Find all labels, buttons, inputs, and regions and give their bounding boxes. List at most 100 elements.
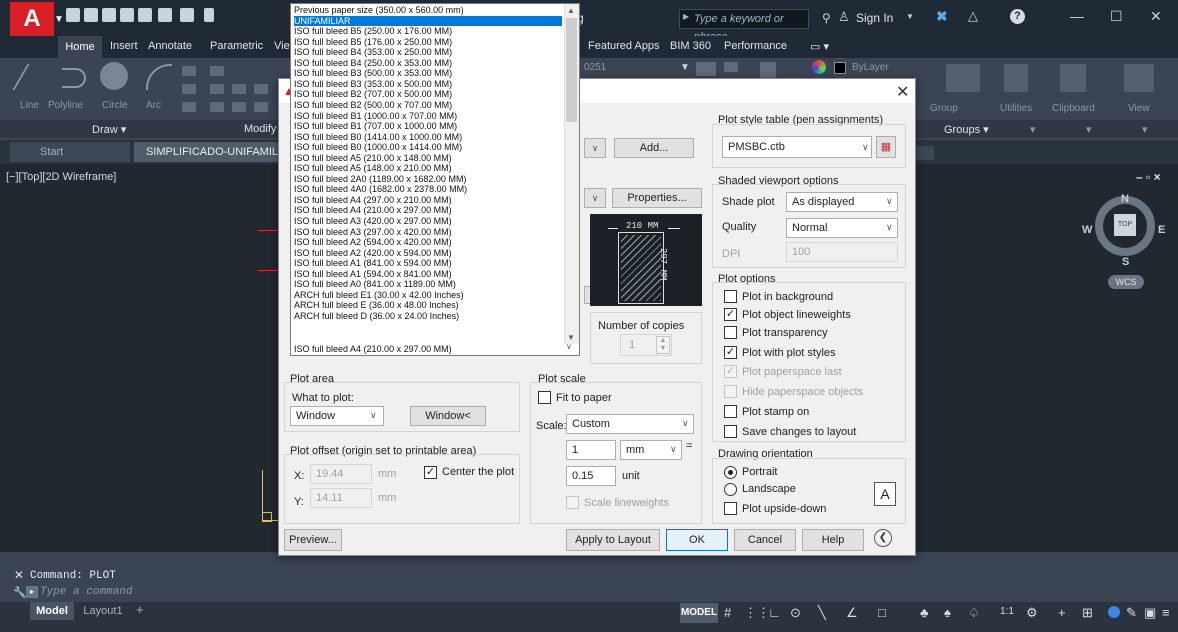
add-layout-button[interactable]: + [136,602,144,617]
scroll-down-icon[interactable]: ▼ [567,333,575,342]
panel-draw[interactable]: Draw ▾ [92,123,126,136]
listbox-scroll-thumb[interactable] [566,18,577,122]
tab-layout1[interactable]: Layout1 [76,602,130,620]
modify-tool-icon[interactable] [210,66,224,76]
tab-start[interactable]: Start [10,142,130,162]
minimize-button[interactable]: — [1070,8,1084,24]
collapse-options-icon[interactable]: ❮ [874,529,892,547]
landscape-radio[interactable] [724,483,737,496]
annotation-visibility-icon[interactable]: ♣ [920,605,929,620]
gear-icon[interactable]: ⚙ [1026,605,1038,621]
tab-featured-apps[interactable]: Featured Apps [588,40,660,52]
plotter-name-combo-caret[interactable]: ∨ [584,188,606,208]
sign-in-caret-icon[interactable]: ▼ [906,12,914,21]
paper-size-option[interactable]: ISO full bleed B3 (353.00 x 500.00 MM) [294,79,562,90]
model-space-button[interactable]: MODEL [680,603,718,623]
redo-icon[interactable] [180,8,194,22]
viewport-label[interactable]: [−][Top][2D Wireframe] [6,171,116,183]
customize-quick-access-icon[interactable] [204,8,214,22]
paper-size-option[interactable]: ISO full bleed A1 (841.00 x 594.00 MM) [294,258,562,269]
modify-tool-icon[interactable] [210,102,224,112]
clipboard-icon[interactable] [1060,64,1086,92]
paper-size-option[interactable]: ISO full bleed A2 (594.00 x 420.00 MM) [294,237,562,248]
plot-paperspace-last-checkbox[interactable]: ✓ [724,365,737,378]
plot-transparency-checkbox[interactable] [724,326,737,339]
circle-tool-icon[interactable] [100,62,128,90]
ribbon-options-icon[interactable]: ▭ ▾ [810,40,829,53]
paper-size-option[interactable]: ISO full bleed B1 (707.00 x 1000.00 MM) [294,121,562,132]
a360-icon[interactable]: △ [968,8,978,24]
polar-icon[interactable]: ⊙ [790,605,801,621]
compass-south[interactable]: S [1122,256,1129,268]
modify-tool-icon[interactable] [232,102,246,112]
scale-select[interactable]: Custom [566,414,694,434]
printer-combo-caret[interactable]: ∨ [584,138,606,158]
modify-tool-icon[interactable] [210,84,224,94]
utilities-icon[interactable] [1004,64,1028,92]
grid-icon[interactable]: # [724,605,731,620]
compass-west[interactable]: W [1082,224,1092,236]
preview-button[interactable]: Preview... [284,529,342,551]
ok-button[interactable]: OK [666,529,728,551]
save-changes-to-layout-checkbox[interactable] [724,425,737,438]
units-icon[interactable]: ⊞ [1082,605,1093,621]
quick-properties-icon[interactable] [1108,606,1120,618]
paper-size-option[interactable]: ISO full bleed A1 (594.00 x 841.00 MM) [294,269,562,280]
command-input[interactable]: Type a command [40,586,1170,600]
user-icon[interactable]: ♙ [838,9,850,25]
modify-tool-icon[interactable] [254,102,268,112]
block-icon[interactable] [760,62,776,78]
paper-size-option[interactable]: ISO full bleed A5 (210.00 x 148.00 MM) [294,153,562,164]
plot-icon[interactable] [138,8,152,22]
paper-size-option[interactable]: ISO full bleed B2 (707.00 x 500.00 MM) [294,89,562,100]
annotation-scale-icon[interactable]: ♠ [944,605,951,620]
offset-y-input[interactable]: 14.11 [310,488,372,508]
viewport-window-controls[interactable]: – ▫ × [1136,170,1161,184]
paper-size-option[interactable]: ISO full bleed A3 (297.00 x 420.00 MM) [294,227,562,238]
add-plotter-button[interactable]: Add... [614,138,694,158]
help-button[interactable]: Help [802,529,864,551]
ortho-icon[interactable]: ∟ [768,605,781,620]
dialog-close-button[interactable]: ✕ [896,82,909,102]
chevron-down-icon[interactable]: ∨ [670,444,677,455]
chevron-down-icon[interactable]: ∨ [370,410,377,421]
paper-size-option[interactable]: ISO full bleed A4 (210.00 x 297.00 MM) [294,205,562,216]
tab-insert[interactable]: Insert [110,40,138,52]
scale-drawing-units-input[interactable]: 0.15 [566,466,616,486]
plot-with-plot-styles-checkbox[interactable]: ✓ [724,346,737,359]
paper-size-option[interactable]: ISO full bleed B0 (1414.00 x 1000.00 MM) [294,132,562,143]
scroll-up-icon[interactable]: ▲ [567,6,575,15]
open-file-icon[interactable] [84,8,98,22]
paper-size-select[interactable]: ISO full bleed A4 (210.00 x 297.00 MM) [290,344,580,356]
close-window-button[interactable]: ✕ [1150,8,1162,25]
isolate-objects-icon[interactable]: ✎ [1126,605,1137,621]
compass-east[interactable]: E [1158,224,1165,236]
hide-paperspace-objects-checkbox[interactable] [724,385,737,398]
snap-icon[interactable]: ⋮⋮ [744,605,770,621]
paper-size-option[interactable]: ISO full bleed B5 (250.00 x 176.00 MM) [294,26,562,37]
customization-menu-icon[interactable]: ≡ [1162,605,1170,620]
modify-tool-icon[interactable] [232,84,246,94]
compass-north[interactable]: N [1121,193,1129,205]
prompt-icon[interactable]: ▸ [26,586,38,598]
binoculars-icon[interactable]: ⚲ [822,11,831,25]
sign-in-button[interactable]: Sign In [856,11,893,25]
paper-size-option[interactable]: ARCH full bleed E1 (30.00 x 42.00 Inches… [294,290,562,301]
tab-performance[interactable]: Performance [724,40,787,52]
new-file-icon[interactable] [66,8,80,22]
tab-annotate[interactable]: Annotate [148,40,192,52]
viewcube-top-face[interactable]: TOP [1114,214,1136,236]
chevron-down-icon[interactable]: ∨ [566,342,572,351]
edit-plot-style-button[interactable]: ▦ [876,136,896,158]
paper-size-option[interactable]: ISO full bleed B3 (500.00 x 353.00 MM) [294,68,562,79]
tab-parametric[interactable]: Parametric [210,40,263,52]
chevron-down-icon[interactable]: ∨ [862,142,869,153]
tab-drawing-file[interactable]: SIMPLIFICADO-UNIFAMILIAR [134,142,284,162]
plot-style-table-select[interactable]: PMSBC.ctb [722,136,872,158]
tab-home[interactable]: Home [58,36,102,58]
search-input[interactable]: Type a keyword or phrase [679,9,809,43]
isodraft-icon[interactable]: ╲ [818,605,826,621]
app-logo-button[interactable]: A [10,2,54,36]
paper-size-option[interactable]: ISO full bleed A0 (841.00 x 1189.00 MM) [294,279,562,290]
app-menu-caret-icon[interactable]: ▼ [54,14,64,25]
